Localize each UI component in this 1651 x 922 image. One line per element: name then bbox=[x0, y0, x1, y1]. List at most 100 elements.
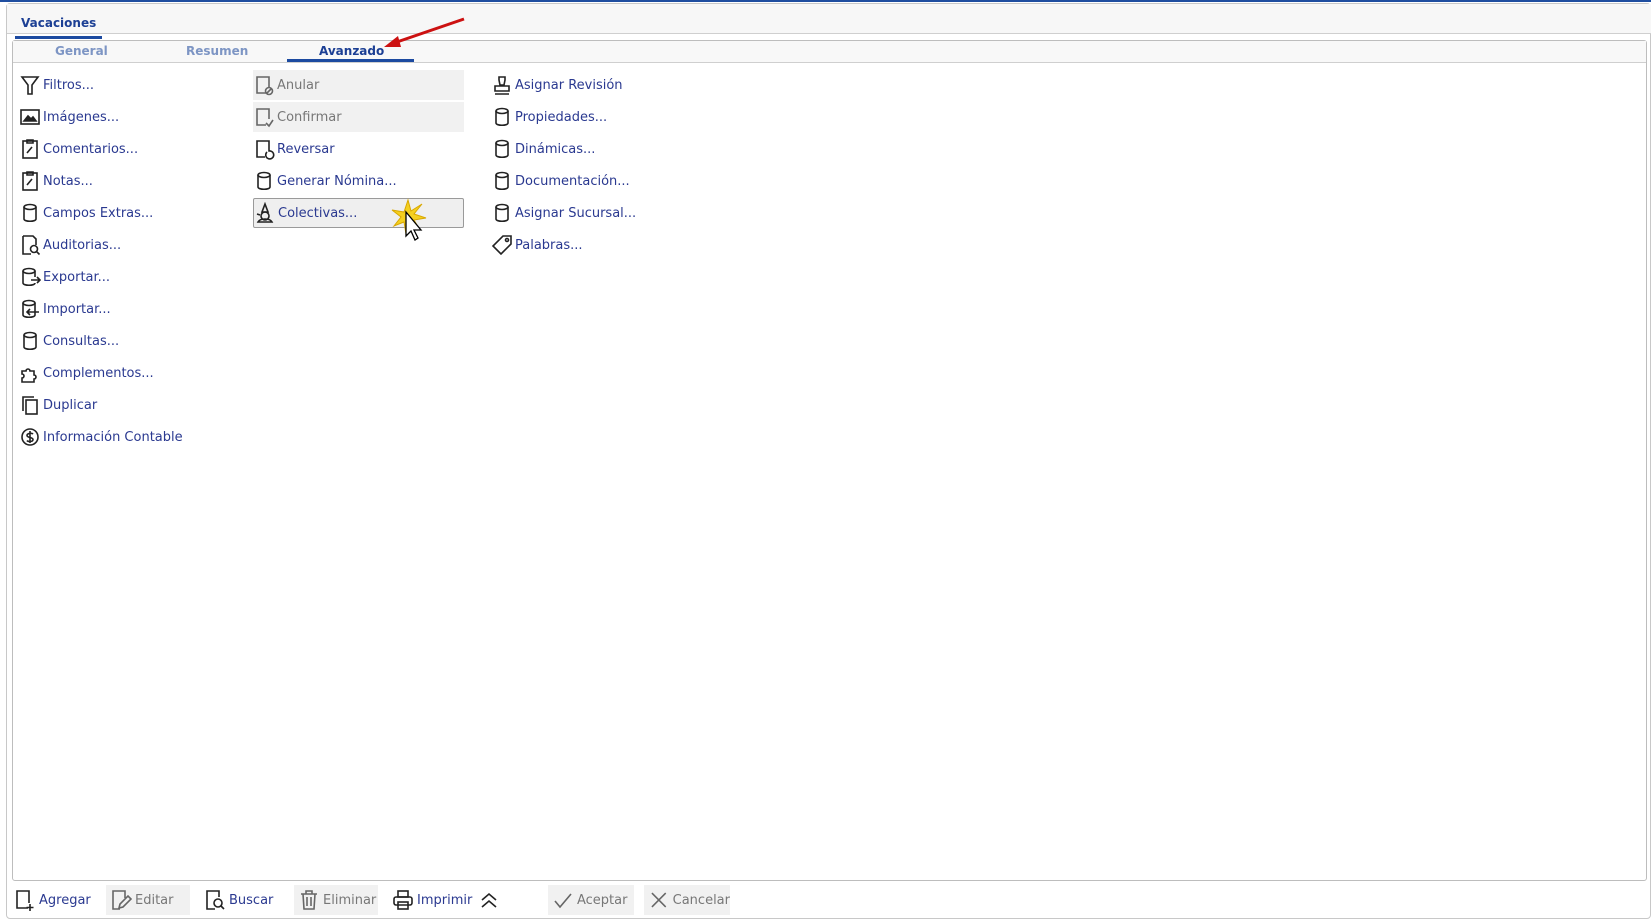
button-label: Agregar bbox=[39, 892, 91, 908]
button-label: Buscar bbox=[229, 892, 274, 908]
action-label: Colectivas... bbox=[278, 205, 358, 221]
main-panel: General Resumen Avanzado Filtros... Imáge… bbox=[12, 40, 1647, 881]
action-exportar[interactable]: Exportar... bbox=[19, 262, 219, 292]
action-auditorias[interactable]: Auditorias... bbox=[19, 230, 219, 260]
clipboard-edit-icon bbox=[22, 171, 38, 191]
action-label: Filtros... bbox=[43, 77, 95, 93]
action-label: Documentación... bbox=[515, 173, 630, 189]
check-icon bbox=[554, 893, 572, 909]
action-label: Auditorias... bbox=[43, 237, 122, 253]
window-tabbar: Vacaciones bbox=[7, 4, 1651, 39]
action-propiedades[interactable]: Propiedades... bbox=[491, 102, 711, 132]
action-label: Notas... bbox=[43, 173, 93, 189]
action-label: Asignar Sucursal... bbox=[515, 205, 637, 221]
audit-icon bbox=[22, 235, 41, 256]
clipboard-edit-icon bbox=[22, 139, 38, 159]
database-icon bbox=[23, 203, 37, 223]
action-consultas[interactable]: Consultas... bbox=[19, 326, 219, 356]
stamp-icon bbox=[494, 76, 510, 95]
database-icon bbox=[495, 171, 509, 191]
action-label: Generar Nómina... bbox=[277, 173, 397, 189]
dollar-icon bbox=[21, 428, 39, 446]
action-colectivas[interactable]: Colectivas... bbox=[253, 198, 464, 228]
action-label: Confirmar bbox=[277, 109, 342, 125]
add-document-icon bbox=[16, 890, 34, 911]
action-duplicar[interactable]: Duplicar bbox=[19, 390, 219, 420]
database-icon bbox=[495, 203, 509, 223]
database-icon bbox=[257, 171, 271, 191]
puzzle-icon bbox=[21, 368, 37, 383]
document-undo-icon bbox=[256, 140, 275, 160]
tab-general[interactable]: General bbox=[55, 44, 108, 58]
button-label: Imprimir bbox=[417, 892, 473, 908]
buscar-button[interactable]: Buscar bbox=[200, 885, 290, 915]
database-icon bbox=[23, 331, 37, 351]
aceptar-button[interactable]: Aceptar bbox=[548, 885, 634, 915]
action-filtros[interactable]: Filtros... bbox=[19, 70, 219, 100]
editar-button[interactable]: Editar bbox=[106, 885, 190, 915]
trash-icon bbox=[301, 890, 317, 910]
action-palabras[interactable]: Palabras... bbox=[491, 230, 711, 260]
action-asignar-revisión[interactable]: Asignar Revisión bbox=[491, 70, 711, 100]
action-confirmar[interactable]: Confirmar bbox=[253, 102, 464, 132]
action-complementos[interactable]: Complementos... bbox=[19, 358, 219, 388]
document-cancel-icon bbox=[256, 76, 274, 96]
cursor-click-icon bbox=[391, 198, 427, 241]
tab-avanzado[interactable]: Avanzado bbox=[319, 44, 384, 58]
active-tab-indicator bbox=[287, 59, 414, 62]
action-label: Consultas... bbox=[43, 333, 120, 349]
top-accent-line bbox=[0, 0, 1651, 2]
action-label: Anular bbox=[277, 77, 320, 93]
action-reversar[interactable]: Reversar bbox=[253, 134, 464, 164]
database-import-icon bbox=[22, 299, 39, 319]
action-label: Palabras... bbox=[515, 237, 583, 253]
action-label: Dinámicas... bbox=[515, 141, 596, 157]
action-label: Importar... bbox=[43, 301, 111, 317]
database-icon bbox=[495, 139, 509, 159]
printer-icon bbox=[393, 890, 413, 910]
action-label: Complementos... bbox=[43, 365, 154, 381]
agregar-button[interactable]: Agregar bbox=[10, 885, 100, 915]
action-label: Duplicar bbox=[43, 397, 98, 413]
action-label: Propiedades... bbox=[515, 109, 608, 125]
tag-icon bbox=[491, 235, 512, 256]
annotation-arrow bbox=[384, 17, 465, 47]
cancelar-button[interactable]: Cancelar bbox=[644, 885, 730, 915]
button-label: Aceptar bbox=[577, 892, 628, 908]
image-icon bbox=[20, 109, 40, 125]
action-generar-nómina[interactable]: Generar Nómina... bbox=[253, 166, 464, 196]
chevrons-up-icon bbox=[481, 892, 497, 908]
action-label: Información Contable bbox=[43, 429, 183, 445]
action-documentación[interactable]: Documentación... bbox=[491, 166, 711, 196]
action-asignar-sucursal[interactable]: Asignar Sucursal... bbox=[491, 198, 711, 228]
copy-icon bbox=[22, 396, 38, 415]
tab-vacaciones[interactable]: Vacaciones bbox=[15, 16, 103, 39]
action-campos-extras[interactable]: Campos Extras... bbox=[19, 198, 219, 228]
action-imágenes[interactable]: Imágenes... bbox=[19, 102, 219, 132]
action-anular[interactable]: Anular bbox=[253, 70, 464, 100]
button-label: Cancelar bbox=[672, 892, 730, 908]
action-información-contable[interactable]: Información Contable bbox=[19, 422, 219, 452]
wizard-icon bbox=[256, 202, 274, 223]
action-label: Campos Extras... bbox=[43, 205, 154, 221]
filter-icon bbox=[20, 76, 40, 95]
tab-resumen[interactable]: Resumen bbox=[186, 44, 248, 58]
imprimir-button[interactable]: Imprimir bbox=[388, 885, 478, 915]
action-importar[interactable]: Importar... bbox=[19, 294, 219, 324]
action-comentarios[interactable]: Comentarios... bbox=[19, 134, 219, 164]
button-label: Editar bbox=[135, 892, 174, 908]
action-label: Imágenes... bbox=[43, 109, 120, 125]
action-label: Comentarios... bbox=[43, 141, 139, 157]
action-notas[interactable]: Notas... bbox=[19, 166, 219, 196]
button-label: Eliminar bbox=[323, 892, 377, 908]
database-icon bbox=[495, 107, 509, 127]
action-label: Asignar Revisión bbox=[515, 77, 623, 93]
action-label: Exportar... bbox=[43, 269, 111, 285]
database-export-icon bbox=[22, 267, 41, 287]
document-check-icon bbox=[256, 108, 274, 128]
action-dinámicas[interactable]: Dinámicas... bbox=[491, 134, 711, 164]
collapse-toolbar-button[interactable] bbox=[474, 885, 506, 915]
close-icon bbox=[651, 892, 667, 908]
search-document-icon bbox=[206, 890, 225, 910]
eliminar-button[interactable]: Eliminar bbox=[294, 885, 378, 915]
